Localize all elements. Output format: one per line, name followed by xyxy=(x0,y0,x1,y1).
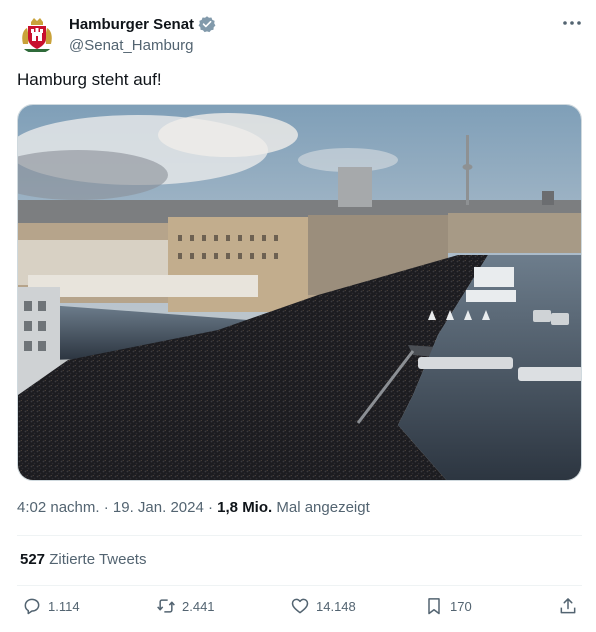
quote-tweets-link[interactable]: 527 Zitierte Tweets xyxy=(20,551,146,568)
divider xyxy=(17,535,582,536)
handle[interactable]: @Senat_Hamburg xyxy=(69,37,193,54)
more-icon[interactable] xyxy=(561,14,583,32)
retweet-count: 2.441 xyxy=(182,598,215,614)
coat-of-arms-icon xyxy=(17,14,57,54)
tweet-meta: 4:02 nachm. · 19. Jan. 2024 · 1,8 Mio. M… xyxy=(17,499,370,516)
verified-icon xyxy=(198,16,216,33)
share-button[interactable] xyxy=(558,596,578,616)
views-count: 1,8 Mio. xyxy=(217,499,273,516)
quote-count: 527 xyxy=(20,551,46,568)
quote-label: Zitierte Tweets xyxy=(49,551,147,568)
like-icon xyxy=(291,598,309,614)
bookmark-icon xyxy=(428,598,440,615)
action-bar: 1.114 2.441 14.148 170 xyxy=(17,596,582,622)
reply-icon xyxy=(24,598,40,615)
like-count: 14.148 xyxy=(316,598,356,614)
like-button[interactable]: 14.148 xyxy=(290,596,356,616)
reply-count: 1.114 xyxy=(48,598,80,614)
meta-separator: · xyxy=(103,499,109,516)
divider xyxy=(17,585,582,586)
avatar[interactable] xyxy=(17,14,57,54)
tweet-time[interactable]: 4:02 nachm. xyxy=(17,499,100,516)
tweet-date[interactable]: 19. Jan. 2024 xyxy=(113,499,204,516)
reply-button[interactable]: 1.114 xyxy=(22,596,80,616)
views-label: Mal angezeigt xyxy=(276,499,370,516)
share-icon xyxy=(560,598,576,614)
display-name[interactable]: Hamburger Senat xyxy=(69,16,194,33)
tweet-text: Hamburg steht auf! xyxy=(17,70,162,89)
meta-separator: · xyxy=(208,499,213,516)
bookmark-button[interactable]: 170 xyxy=(424,596,472,616)
retweet-button[interactable]: 2.441 xyxy=(156,596,215,616)
tweet-header: Hamburger Senat @Senat_Hamburg xyxy=(17,12,587,60)
tweet-photo[interactable] xyxy=(17,104,582,481)
crowd-photo xyxy=(18,105,581,480)
retweet-icon xyxy=(157,599,175,613)
name-row: Hamburger Senat xyxy=(69,15,216,33)
bookmark-count: 170 xyxy=(450,598,472,614)
